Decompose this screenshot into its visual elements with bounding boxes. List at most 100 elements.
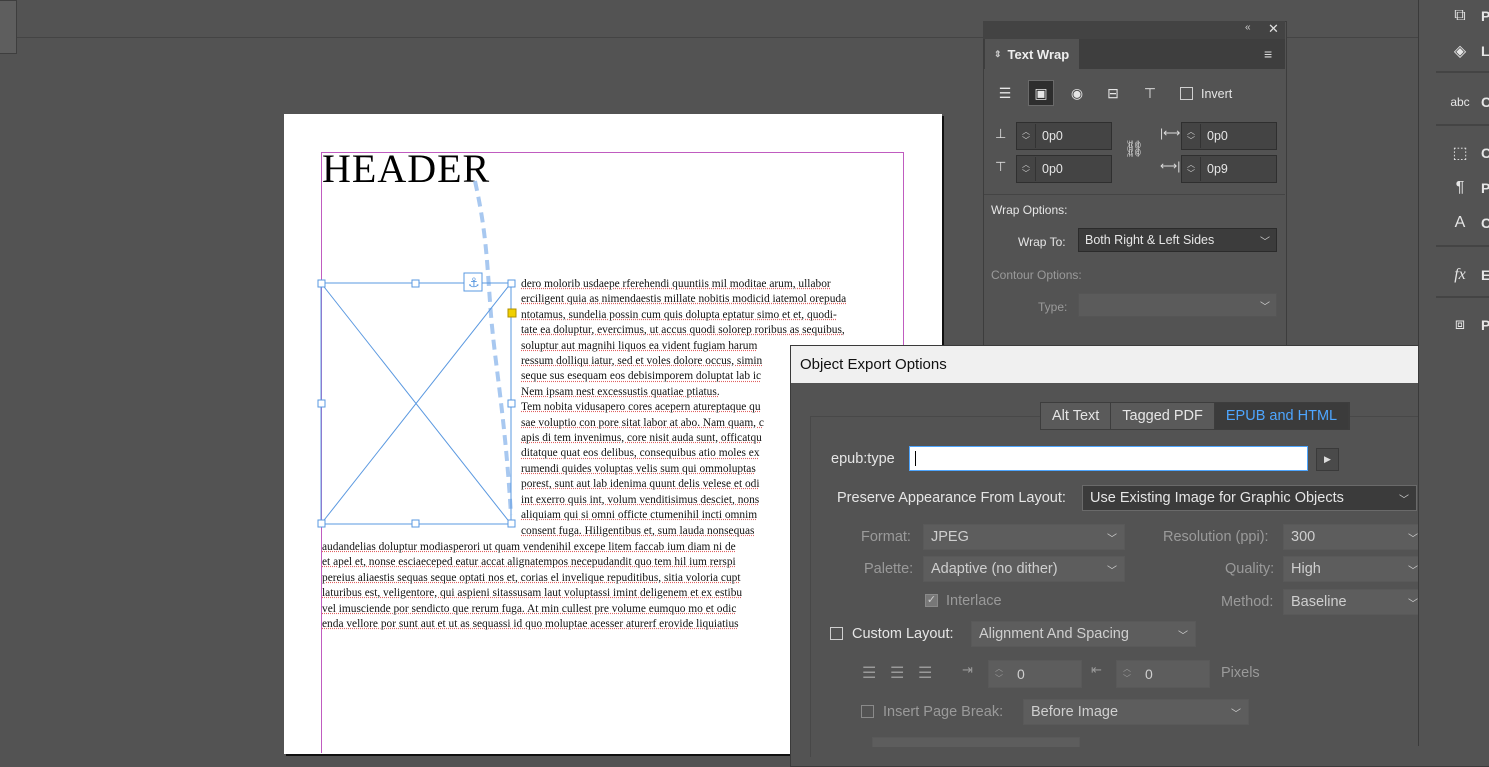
stepper-icon[interactable]: ︿ ﹀ [1182, 157, 1201, 181]
bottom-offset-field[interactable]: ︿ ﹀ 0p0 [1016, 155, 1112, 183]
epub-type-menu-button[interactable]: ▶ [1316, 448, 1339, 471]
content-collector-icon[interactable]: ⬚ [1448, 141, 1472, 165]
left-offset-field[interactable]: ︿ ﹀ 0p0 [1181, 122, 1277, 150]
dock-label: E [1481, 267, 1489, 283]
divider [1436, 71, 1489, 73]
format-value: JPEG [931, 529, 969, 545]
stepper-icon[interactable]: ︿ ﹀ [1182, 124, 1201, 148]
epub-type-label: epub:type [831, 451, 895, 467]
text-line: tate ea doluptur, evercimus, ut accus qu… [521, 324, 845, 337]
method-select[interactable]: Baseline ﹀ [1283, 589, 1426, 615]
dock-label: C [1481, 94, 1489, 110]
align-left-icon[interactable]: ☰ [862, 663, 876, 683]
custom-layout-checkbox[interactable] [830, 627, 843, 640]
chevron-down-icon: ﹀ [1107, 533, 1117, 545]
interlace-label: Interlace [946, 593, 1002, 609]
pixels-label: Pixels [1221, 665, 1260, 681]
panel-menu-icon[interactable]: ≡ [1264, 46, 1272, 62]
invert-label: Invert [1201, 87, 1233, 101]
svg-text:⚓: ⚓ [468, 276, 480, 291]
wrap-options-label: Wrap Options: [991, 203, 1068, 217]
insert-page-break-value: Before Image [1031, 704, 1119, 720]
tab-text-wrap[interactable]: ⇕ Text Wrap [985, 39, 1079, 69]
dock-label: C [1481, 145, 1489, 161]
space-after-value: 0 [1145, 666, 1153, 682]
pages-icon[interactable]: ⧉ [1448, 4, 1472, 28]
jump-object-icon[interactable]: ⊟ [1101, 81, 1125, 105]
chevron-down-icon: ﹀ [1260, 236, 1270, 248]
divider [984, 194, 1285, 195]
character-styles-icon[interactable]: A [1448, 211, 1472, 235]
divider [1436, 296, 1489, 298]
format-label: Format: [861, 529, 911, 545]
resolution-label: Resolution (ppi): [1163, 529, 1269, 545]
wrap-to-select[interactable]: Both Right & Left Sides ﹀ [1078, 228, 1277, 252]
text-line: ntotamus, sundelia possin cum quis dolup… [521, 308, 837, 321]
close-icon[interactable]: ✕ [1268, 21, 1279, 37]
custom-layout-select[interactable]: Alignment And Spacing ﹀ [971, 621, 1196, 647]
format-select[interactable]: JPEG ﹀ [923, 524, 1125, 550]
top-offset-field[interactable]: ︿ ﹀ 0p0 [1016, 122, 1112, 150]
wrap-object-shape-icon[interactable]: ◉ [1065, 81, 1089, 105]
preserve-appearance-select[interactable]: Use Existing Image for Graphic Objects ﹀ [1082, 485, 1417, 511]
pathfinder-icon[interactable]: ⧈ [1448, 313, 1472, 337]
palette-value: Adaptive (no dither) [931, 561, 1058, 577]
body-text[interactable]: audandelias doluptur modiasperori ut qua… [322, 540, 790, 635]
spell-check-icon[interactable]: abc [1448, 90, 1472, 114]
tab-alt-text[interactable]: Alt Text [1041, 403, 1112, 429]
layers-icon[interactable]: ◈ [1448, 39, 1472, 63]
stepper-icon[interactable]: ︿ ﹀ [989, 664, 1009, 684]
graphic-frame[interactable]: ⚓ [315, 175, 525, 535]
left-offset-value: 0p0 [1207, 129, 1228, 143]
insert-page-break-select[interactable]: Before Image ﹀ [1023, 699, 1249, 725]
link-offsets-icon[interactable]: ⛓ [1124, 139, 1144, 159]
text-line: et apel et, nonse esciaeceped eatur acca… [322, 556, 736, 569]
preserve-appearance-value: Use Existing Image for Graphic Objects [1090, 490, 1344, 506]
chevron-down-icon: ﹀ [1260, 301, 1270, 313]
contour-type-select[interactable]: ﹀ [1078, 293, 1277, 317]
divider [1436, 245, 1489, 247]
tab-tagged-pdf[interactable]: Tagged PDF [1111, 403, 1215, 429]
text-line: erciligent quia as nimendaestis millate … [521, 293, 847, 306]
dock-label: C [1481, 215, 1489, 231]
wrap-bounding-box-icon[interactable]: ▣ [1028, 80, 1054, 106]
space-after-field[interactable]: ︿ ﹀ 0 [1116, 660, 1210, 688]
toolbar-stub[interactable] [0, 0, 17, 54]
space-before-field[interactable]: ︿ ﹀ 0 [988, 660, 1082, 688]
divider [1436, 124, 1489, 126]
stepper-icon[interactable]: ︿ ﹀ [1017, 157, 1036, 181]
dialog-title[interactable]: Object Export Options [791, 346, 1489, 383]
stepper-icon[interactable]: ︿ ﹀ [1017, 124, 1036, 148]
export-tabs: Alt Text Tagged PDF EPUB and HTML [1040, 402, 1351, 430]
palette-select[interactable]: Adaptive (no dither) ﹀ [923, 556, 1125, 582]
text-line: dero molorib usdaepe rferehendi quuntiis… [521, 278, 831, 290]
resolution-select[interactable]: 300 ﹀ [1283, 524, 1426, 550]
invert-checkbox[interactable] [1180, 87, 1193, 100]
stepper-icon[interactable]: ︿ ﹀ [1117, 664, 1137, 684]
wrap-to-label: Wrap To: [1018, 235, 1066, 249]
chevron-down-icon: ﹀ [1231, 708, 1241, 720]
right-offset-field[interactable]: ︿ ﹀ 0p9 [1181, 155, 1277, 183]
chevron-down-icon: ﹀ [1408, 533, 1418, 545]
insert-page-break-checkbox[interactable] [861, 705, 874, 718]
method-label: Method: [1221, 594, 1274, 610]
no-wrap-icon[interactable]: ☰ [993, 81, 1017, 105]
collapse-icon[interactable]: « [1245, 22, 1251, 33]
align-center-icon[interactable]: ☰ [890, 663, 904, 683]
bottom-offset-icon: ⊤ [995, 159, 1007, 174]
jump-next-column-icon[interactable]: ⊤ [1138, 81, 1162, 105]
space-before-value: 0 [1017, 666, 1025, 682]
text-line: enda vellore por sunt aut et ut as sequa… [322, 618, 739, 631]
interlace-checkbox[interactable]: ✓ [925, 594, 938, 607]
tab-epub-html[interactable]: EPUB and HTML [1214, 403, 1350, 429]
panel-titlebar[interactable] [983, 21, 1285, 39]
align-right-icon[interactable]: ☰ [918, 663, 932, 683]
paragraph-styles-icon[interactable]: ¶ [1448, 176, 1472, 200]
quality-select[interactable]: High ﹀ [1283, 556, 1426, 582]
epub-type-input[interactable] [909, 446, 1308, 471]
dock-label: L [1481, 43, 1489, 59]
effects-icon[interactable]: fx [1448, 263, 1472, 287]
text-line: vel imusciende por sendicto que rerum fu… [322, 602, 737, 615]
type-label: Type: [1038, 300, 1068, 314]
quality-label: Quality: [1225, 561, 1275, 577]
